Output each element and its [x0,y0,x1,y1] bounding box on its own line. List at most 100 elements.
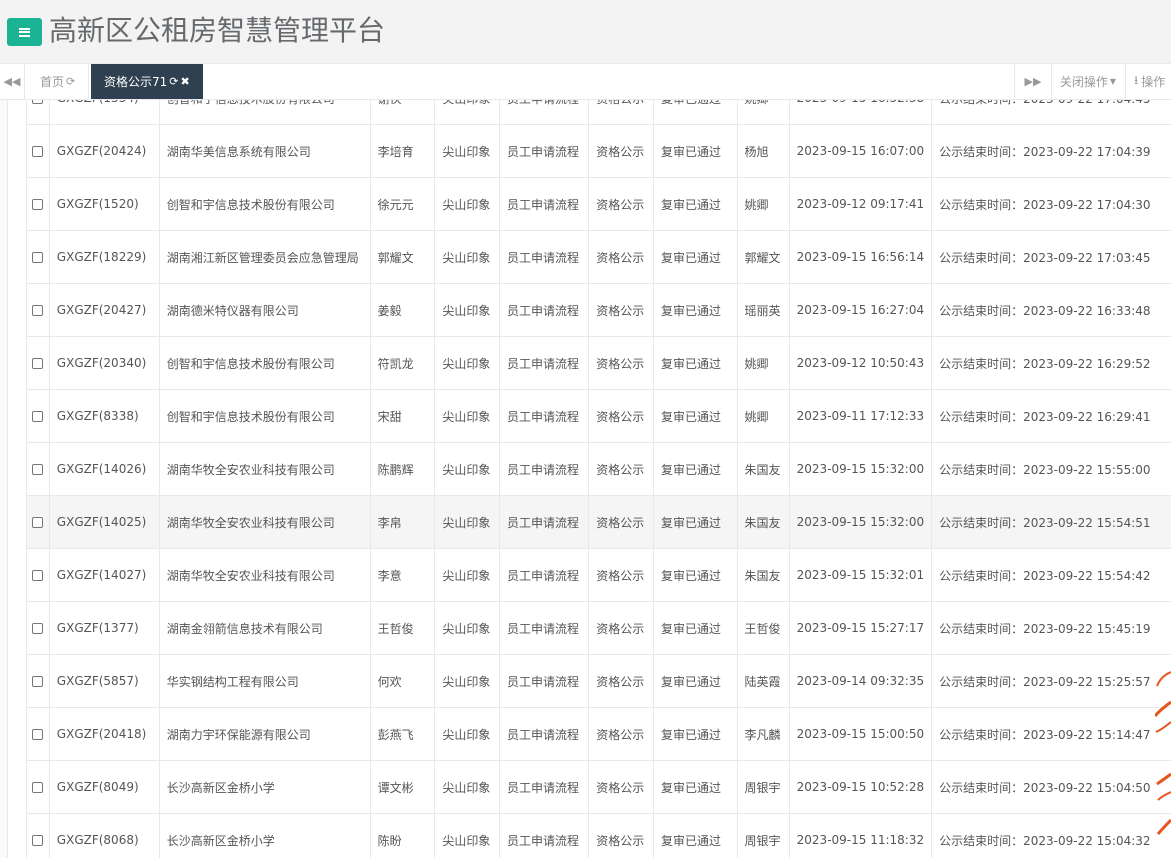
stage-cell: 资格公示 [588,283,654,337]
tab-scroll-right-button[interactable]: ▶▶ [1014,64,1052,99]
table-row[interactable]: GXGZF(8068) 长沙高新区金桥小学 陈盼 尖山印象 员工申请流程 资格公示 复审已通… [26,813,1171,858]
apply-time-cell: 2023-09-15 15:32:00 [788,442,933,496]
row-checkbox[interactable] [32,252,44,263]
operator-cell: 姚卿 [736,177,790,231]
row-select-cell [26,100,50,125]
row-checkbox[interactable] [32,305,44,316]
notice-end-cell: 公示结束时间：2023-09-22 16:29:52 [931,336,1171,390]
operations-button[interactable]: ⭳ 操作 [1126,64,1171,99]
status-cell: 复审已通过 [652,548,738,602]
status-cell: 复审已通过 [652,336,738,390]
row-select-cell [26,283,50,337]
record-id-cell: GXGZF(20427) [48,283,160,337]
row-checkbox[interactable] [32,199,44,210]
table-row[interactable]: GXGZF(14026) 湖南华牧全安农业科技有限公司 陈鹏辉 尖山印象 员工申请流程资… [26,442,1171,496]
record-id-cell: GXGZF(8338) [48,389,160,443]
table-row[interactable]: GXGZF(1520) 创智和宇信息技术股份有限公司 徐元元 尖山印象 员工申请流程 资格… [26,177,1171,231]
community-cell: 尖山印象 [434,283,501,337]
row-checkbox[interactable] [32,464,44,475]
table-row[interactable]: GXGZF(14027) 湖南华牧全安农业科技有限公司 李意 尖山印象 员工申请流程 资格… [26,548,1171,602]
record-id-cell: GXGZF(14025) [48,495,160,549]
table-row[interactable]: GXGZF(14025) 湖南华牧全安农业科技有限公司 李帛 尖山印象 员工申请流程 资格… [26,495,1171,549]
table-row[interactable]: GXGZF(20418) 湖南力宇环保能源有限公司 彭燕飞 尖山印象 员工申请流程 资格公… [26,707,1171,761]
applicant-cell: 郭耀文 [369,230,436,284]
record-id-cell: GXGZF(20418) [48,707,160,761]
process-cell: 员工申请流程 [499,442,590,496]
operator-cell: 周银宇 [736,813,790,858]
table-row[interactable]: GXGZF(1334)创智和宇信息技术股份有限公司谢伙尖山印象员工申请流程资格公… [26,100,1171,125]
notice-end-cell: 公示结束时间：2023-09-22 15:55:00 [931,442,1171,496]
process-cell: 员工申请流程 [499,336,590,390]
refresh-icon[interactable]: ⟳ [66,75,75,88]
close-operations-label: 关闭操作 [1059,75,1108,89]
close-icon[interactable]: ✖ [181,75,190,88]
refresh-icon[interactable]: ⟳ [169,75,178,88]
community-cell: 尖山印象 [434,442,501,496]
notice-end-cell: 公示结束时间：2023-09-22 17:04:45 [931,100,1171,125]
stage-cell: 资格公示 [588,707,654,761]
tab-qualification-notice[interactable]: 资格公示71 ⟳ ✖ [91,64,203,99]
applicant-cell: 陈鹏辉 [369,442,436,496]
status-cell: 复审已通过 [652,813,738,858]
table-row[interactable]: GXGZF(1377) 湖南金翎箭信息技术有限公司 王哲俊 尖山印象 员工申请流程 资格公… [26,601,1171,655]
community-cell: 尖山印象 [434,336,501,390]
row-checkbox[interactable] [32,358,44,369]
hamburger-icon [19,27,30,37]
record-id-cell: GXGZF(20424) [48,124,160,178]
applicant-cell: 姜毅 [369,283,436,337]
table-row[interactable]: GXGZF(8338) 创智和宇信息技术股份有限公司 宋甜 尖山印象 员工申请流程 资格公… [26,389,1171,443]
company-cell: 湖南力宇环保能源有限公司 [158,707,371,761]
row-checkbox[interactable] [32,782,44,793]
table-row[interactable]: GXGZF(20340) 创智和宇信息技术股份有限公司 符凯龙 尖山印象 员工申请流程资… [26,336,1171,390]
row-checkbox[interactable] [32,676,44,687]
row-select-cell [26,760,50,814]
menu-toggle-button[interactable] [7,18,42,46]
table-row[interactable]: GXGZF(18229) 湖南湘江新区管理委员会应急管理局 郭耀文 尖山印象 员工申请流… [26,230,1171,284]
decorative-brush-strokes [1155,671,1171,835]
row-checkbox[interactable] [32,146,44,157]
row-checkbox[interactable] [32,623,44,634]
process-cell: 员工申请流程 [499,230,590,284]
tab-scroll-left-button[interactable]: ◀◀ [0,64,25,99]
table-panel: GXGZF(1334)创智和宇信息技术股份有限公司谢伙尖山印象员工申请流程资格公… [7,100,1171,858]
apply-time-cell: 2023-09-15 16:32:38 [788,100,933,125]
table-row[interactable]: GXGZF(8049) 长沙高新区金桥小学 谭文彬 尖山印象 员工申请流程 资格公示 复审已… [26,760,1171,814]
row-select-cell [26,442,50,496]
process-cell: 员工申请流程 [499,389,590,443]
notice-end-cell: 公示结束时间：2023-09-22 17:03:45 [931,230,1171,284]
company-cell: 长沙高新区金桥小学 [158,760,371,814]
apply-time-cell: 2023-09-11 17:12:33 [788,389,933,443]
table-row[interactable]: GXGZF(5857) 华实钢结构工程有限公司 何欢 尖山印象 员工申请流程 资格公示 复审… [26,654,1171,708]
apply-time-cell: 2023-09-15 16:56:14 [788,230,933,284]
tab-home[interactable]: 首页 ⟳ [25,64,89,99]
operator-cell: 李凡麟 [736,707,790,761]
process-cell: 员工申请流程 [499,813,590,858]
community-cell: 尖山印象 [434,177,501,231]
process-cell: 员工申请流程 [499,707,590,761]
row-checkbox[interactable] [32,411,44,422]
process-cell: 员工申请流程 [499,495,590,549]
row-checkbox[interactable] [32,570,44,581]
notice-end-cell: 公示结束时间：2023-09-22 17:04:30 [931,177,1171,231]
company-cell: 湖南华牧全安农业科技有限公司 [158,548,371,602]
table-row[interactable]: GXGZF(20424) 湖南华美信息系统有限公司 李培育 尖山印象 员工申请流程 资格公… [26,124,1171,178]
row-checkbox[interactable] [32,835,44,846]
operator-cell: 周银宇 [736,760,790,814]
row-select-cell [26,336,50,390]
close-operations-dropdown[interactable]: 关闭操作 ▼ [1051,64,1126,99]
company-cell: 湖南华牧全安农业科技有限公司 [158,442,371,496]
double-left-arrow-icon: ◀◀ [3,75,21,88]
applicant-cell: 王哲俊 [369,601,436,655]
tab-active-label: 资格公示71 [104,75,168,89]
applicant-cell: 李培育 [369,124,436,178]
community-cell: 尖山印象 [434,813,501,858]
company-cell: 湖南华美信息系统有限公司 [158,124,371,178]
row-checkbox[interactable] [32,517,44,528]
table-row[interactable]: GXGZF(20427) 湖南德米特仪器有限公司 姜毅 尖山印象 员工申请流程 资格公示复… [26,283,1171,337]
company-cell: 创智和宇信息技术股份有限公司 [158,336,371,390]
operator-cell: 姚卿 [736,100,790,125]
row-checkbox[interactable] [32,100,44,104]
record-id-cell: GXGZF(1377) [48,601,160,655]
row-checkbox[interactable] [32,729,44,740]
operator-cell: 朱国友 [736,442,790,496]
